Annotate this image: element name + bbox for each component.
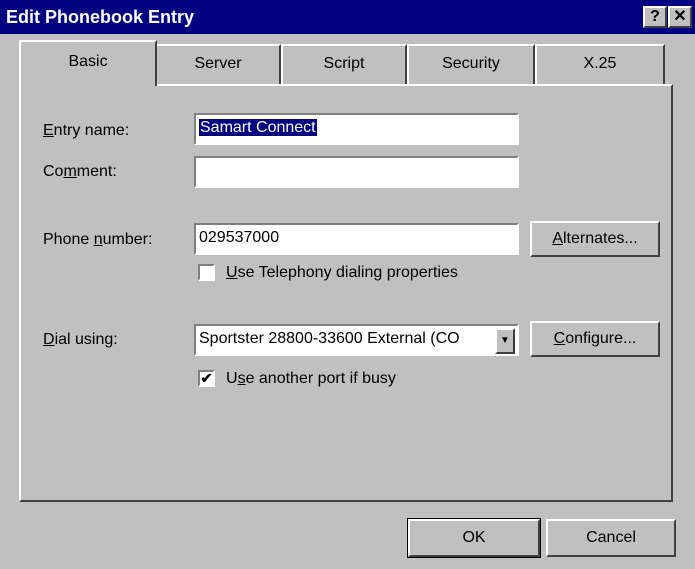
tab-script[interactable]: Script — [281, 44, 407, 84]
phone-number-label: Phone number: — [43, 231, 153, 248]
use-another-port-checkbox[interactable]: ✔ — [198, 370, 215, 387]
comment-label: Comment: — [43, 163, 117, 180]
edit-phonebook-entry-dialog: Edit Phonebook Entry ? ✕ Basic Server Sc… — [0, 0, 695, 569]
title-bar: Edit Phonebook Entry ? ✕ — [0, 0, 695, 34]
entry-name-field[interactable]: Samart Connect — [194, 113, 519, 145]
use-telephony-checkbox[interactable] — [198, 264, 215, 281]
ok-button[interactable]: OK — [407, 518, 541, 558]
tab-basic[interactable]: Basic — [19, 40, 157, 86]
use-another-port-label: Use another port if busy — [226, 370, 396, 387]
tab-server[interactable]: Server — [155, 44, 281, 84]
tab-security[interactable]: Security — [407, 44, 535, 84]
dial-using-label: Dial using: — [43, 331, 118, 348]
phone-number-field[interactable]: 029537000 — [194, 223, 519, 255]
close-button[interactable]: ✕ — [668, 6, 692, 28]
dial-using-value: Sportster 28800-33600 External (CO — [199, 330, 460, 347]
use-telephony-label: Use Telephony dialing properties — [226, 264, 458, 281]
tab-x25[interactable]: X.25 — [535, 44, 665, 84]
configure-button[interactable]: Configure... — [530, 321, 660, 357]
basic-tab-panel — [19, 84, 673, 502]
entry-name-label: Entry name: — [43, 122, 130, 139]
comment-field[interactable] — [194, 156, 519, 188]
window-title: Edit Phonebook Entry — [6, 7, 195, 27]
dial-using-dropdown[interactable]: Sportster 28800-33600 External (CO ▼ — [194, 324, 519, 356]
chevron-down-icon[interactable]: ▼ — [495, 328, 515, 354]
help-button[interactable]: ? — [643, 6, 667, 28]
cancel-button[interactable]: Cancel — [546, 519, 676, 557]
alternates-button[interactable]: Alternates... — [530, 221, 660, 257]
